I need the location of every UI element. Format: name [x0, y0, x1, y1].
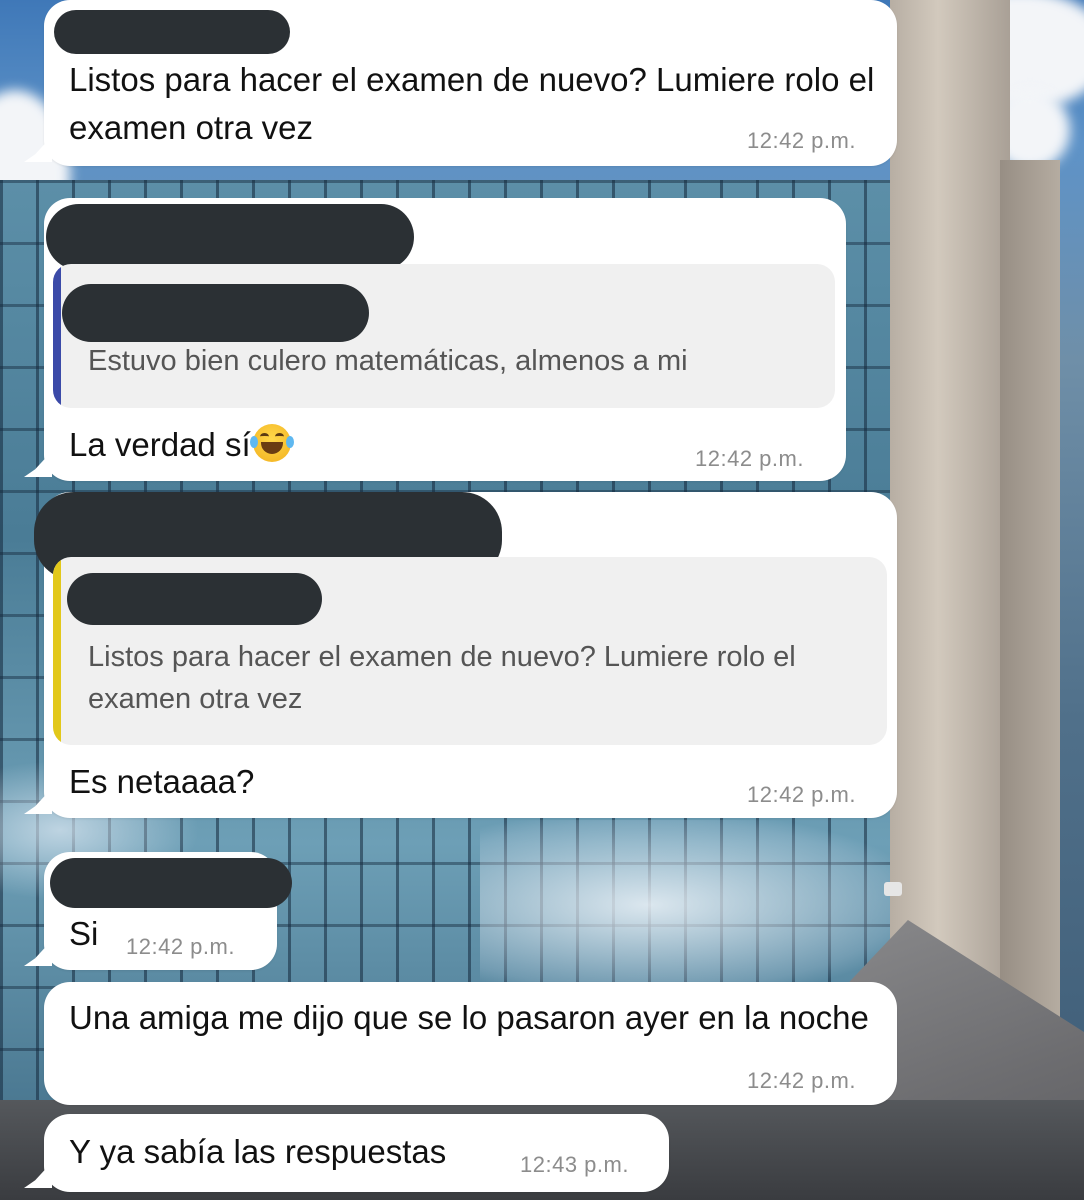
message-timestamp: 12:42 p.m. — [747, 782, 856, 807]
message-timestamp: 12:42 p.m. — [695, 446, 804, 471]
message-text: Es netaaaa? — [69, 763, 255, 800]
redacted-sender-name — [54, 10, 290, 54]
redacted-sender-name — [50, 858, 292, 908]
message-timestamp: 12:43 p.m. — [520, 1152, 629, 1177]
quoted-text: Estuvo bien culero matemáticas, almenos … — [88, 345, 688, 377]
message-text: Una amiga me dijo que se lo pasaron ayer… — [69, 999, 869, 1036]
message-timestamp: 12:42 p.m. — [126, 934, 235, 959]
message-bubble[interactable]: Si 12:42 p.m. — [44, 852, 292, 970]
message-bubble[interactable]: Una amiga me dijo que se lo pasaron ayer… — [44, 982, 897, 1105]
redacted-quoted-sender — [67, 573, 322, 625]
quoted-reply[interactable]: Listos para hacer el examen de nuevo? Lu… — [53, 557, 887, 745]
message-timestamp: 12:42 p.m. — [747, 1068, 856, 1093]
redacted-sender-name — [46, 204, 414, 270]
quote-accent-bar — [53, 557, 61, 745]
message-timestamp: 12:42 p.m. — [747, 128, 856, 153]
message-bubble[interactable]: Listos para hacer el examen de nuevo? Lu… — [44, 0, 897, 166]
message-text-body: La verdad sí — [69, 426, 251, 463]
message-text: Y ya sabía las respuestas — [69, 1133, 447, 1170]
message-text: La verdad sí — [69, 421, 294, 469]
quote-accent-bar — [53, 264, 61, 408]
quoted-reply[interactable]: Estuvo bien culero matemáticas, almenos … — [53, 264, 835, 408]
message-bubble[interactable]: Listos para hacer el examen de nuevo? Lu… — [34, 492, 897, 818]
security-camera — [884, 882, 902, 896]
cloud-reflection — [480, 820, 900, 990]
message-text: Si — [69, 915, 99, 952]
face-with-tears-of-joy-icon — [249, 424, 294, 462]
redacted-quoted-sender — [62, 284, 369, 342]
building-tower — [1000, 160, 1060, 1080]
quoted-text: Listos para hacer el examen de nuevo? Lu… — [88, 641, 796, 715]
message-bubble[interactable]: Estuvo bien culero matemáticas, almenos … — [44, 198, 846, 481]
message-bubble[interactable]: Y ya sabía las respuestas 12:43 p.m. — [44, 1114, 669, 1192]
